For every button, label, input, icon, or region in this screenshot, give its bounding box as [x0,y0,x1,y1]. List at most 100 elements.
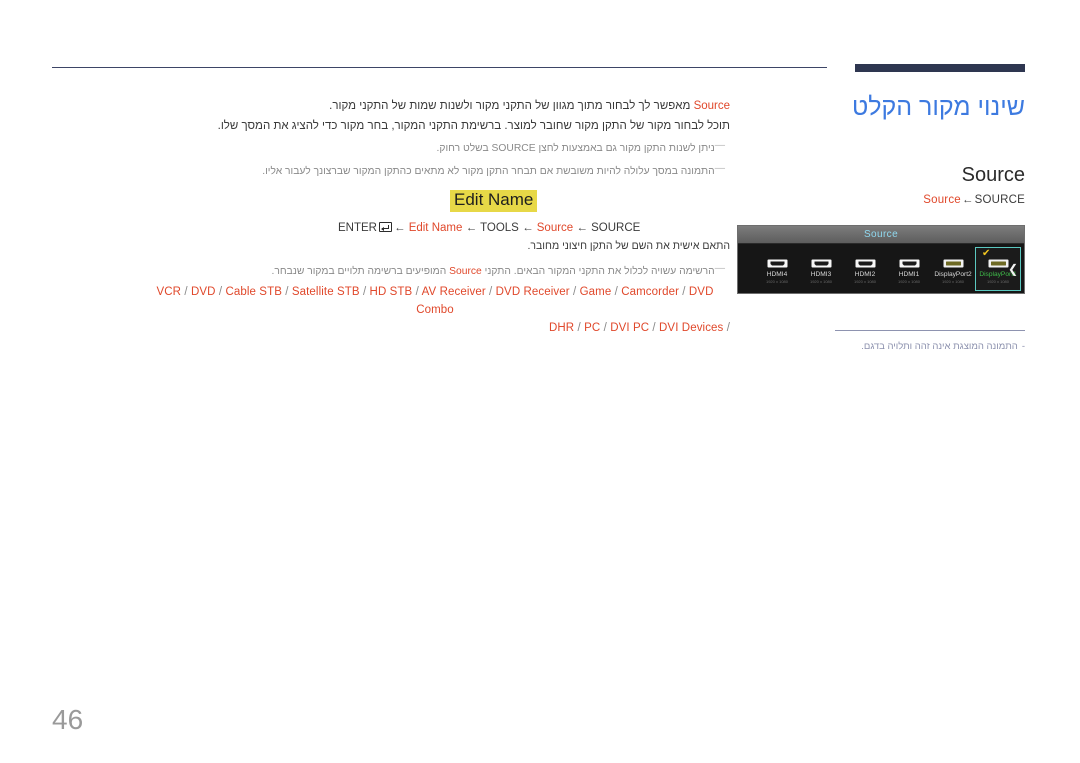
figure-note-dash: - [1021,341,1025,352]
device-separator: / [215,286,226,298]
breadcrumb-root: SOURCE [974,194,1025,206]
device-list-note-a: הרשימה עשויה לכלול את התקני המקור הבאים.… [484,266,715,277]
source-item-sub: 1920 x 1080 [986,278,1010,284]
note-text-1b: בשלט רחוק. [436,143,489,154]
page-number: 46 [52,704,84,735]
note-text-1a: ניתן לשנות התקן מקור גם באמצעות לחצן [538,143,715,154]
device-separator: / [569,286,580,298]
device-separator: / [485,286,496,298]
device-list-note: —הרשימה עשויה לכלול את התקני המקור הבאים… [140,259,730,281]
source-item-sub: 1920 x 1080 [809,278,833,284]
device-list-section: —הרשימה עשויה לכלול את התקני המקור הבאים… [140,259,730,337]
device-name: AV Receiver [421,286,486,298]
device-separator: / [649,322,660,334]
intro-keyword-source: Source [693,100,730,112]
source-panel-figure: Source ✔ DisplayPort1 1920 x 1080 Displa… [737,225,1025,294]
source-item-label: HDMI1 [898,271,920,279]
breadcrumb-arrow-icon: ← [576,221,588,234]
source-item-hdmi1[interactable]: HDMI1 1920 x 1080 [887,247,931,291]
source-item-label: HDMI3 [810,271,832,279]
device-name: DVD Receiver [495,286,570,298]
device-separator: / [679,286,689,298]
note-item-2: —התמונה במסך עלולה להיות משובשת אם תבחר … [140,159,730,182]
breadcrumb-arrow-icon: ← [393,221,406,234]
edit-name-section: Edit Name ENTER ← Edit Name ← TOOLS ← Sou… [338,190,640,234]
menu-heading: Source [961,164,1025,186]
check-icon: ✔ [982,247,991,259]
source-item-label: HDMI4 [766,271,788,279]
edit-name-description: התאם אישית את השם של התקן חיצוני מחובר. [527,240,731,252]
note-text-2: התמונה במסך עלולה להיות משובשת אם תבחר ה… [262,166,715,177]
source-item-label: HDMI2 [854,271,876,279]
chevron-right-icon[interactable]: ❯ [1008,263,1018,275]
edit-name-title: Edit Name [450,190,538,212]
edit-name-breadcrumb: ENTER ← Edit Name ← TOOLS ← Source ← SOUR… [338,221,640,234]
device-name: DVI Devices [659,322,724,334]
device-list: VCR / DVD / Cable STB / Satellite STB / … [140,283,730,337]
hdmi-icon [811,259,831,268]
source-item-sub: 1920 x 1080 [853,278,877,284]
figure-note-rule [835,330,1025,331]
device-list-row-1: VCR / DVD / Cable STB / Satellite STB / … [157,286,714,316]
source-panel-titlebar: Source [738,226,1024,244]
note-dash-icon: — [714,263,725,274]
breadcrumb-level3: TOOLS [480,221,519,234]
device-name: DHR [549,322,575,334]
page-title: שינוי מקור הקלט [851,93,1025,121]
intro-paragraph-1: Source מאפשר לך לבחור מתוך מגוון של התקנ… [140,96,730,116]
source-panel-title: Source [863,229,899,240]
header-rule-thick [855,64,1025,72]
note-dash-icon: — [714,163,725,174]
breadcrumb-level4: Edit Name [408,221,463,234]
device-name: Camcorder [621,286,679,298]
body-content: Source מאפשר לך לבחור מתוך מגוון של התקנ… [140,96,730,182]
header-rule-thin [52,67,827,68]
device-name: VCR [156,286,182,298]
device-name: PC [584,322,601,334]
device-separator: / [359,286,370,298]
note-item-1: —ניתן לשנות התקן מקור גם באמצעות לחצן SO… [140,136,730,159]
source-item-sub: 1920 x 1080 [941,278,965,284]
hdmi-icon [767,259,787,268]
device-name: DVD [190,286,216,298]
source-item-sub: 1920 x 1080 [765,278,789,284]
note-keyword-source-button: SOURCE [491,143,536,154]
breadcrumb-leaf: Source [923,194,961,206]
hdmi-icon [899,259,919,268]
device-list-keyword-source: Source [449,266,482,277]
device-list-note-b: המופיעים ברשימה תלויים במקור שנבחר. [271,266,447,277]
breadcrumb-root: SOURCE [591,221,641,234]
device-separator: / [412,286,422,298]
source-item-hdmi4[interactable]: HDMI4 1920 x 1080 [755,247,799,291]
device-separator: / [600,322,611,334]
breadcrumb-level2: Source [536,221,574,234]
figure-note-text: התמונה המוצגת אינה זהה ותלויה בדגם. [861,341,1018,352]
device-name: HD STB [369,286,413,298]
breadcrumb-action-enter: ENTER [338,221,377,234]
device-list-row-2: DHR / PC / DVI PC / DVI Devices / [140,319,730,337]
enter-key-icon [378,221,392,232]
displayport-icon [988,259,1008,268]
device-name: DVI PC [610,322,650,334]
figure-note: -התמונה המוצגת אינה זהה ותלויה בדגם. [825,340,1025,353]
breadcrumb-arrow-icon: ← [961,194,974,206]
device-separator: / [181,286,191,298]
device-separator: / [281,286,292,298]
intro-paragraph-2: תוכל לבחור מקור של התקן מקור שחובר למוצר… [217,120,730,132]
device-separator: / [723,322,730,334]
source-item-hdmi2[interactable]: HDMI2 1920 x 1080 [843,247,887,291]
displayport-icon [943,259,963,268]
source-item-hdmi3[interactable]: HDMI3 1920 x 1080 [799,247,843,291]
intro-text-1: מאפשר לך לבחור מתוך מגוון של התקני מקור … [329,100,691,112]
source-item-displayport2[interactable]: DisplayPort2 1920 x 1080 [931,247,975,291]
menu-breadcrumb: Source←SOURCE [755,194,1025,206]
note-dash-icon: — [714,140,725,151]
source-panel-list: ✔ DisplayPort1 1920 x 1080 DisplayPort2 … [738,244,1024,293]
manual-page: שינוי מקור הקלט Source Source←SOURCE Sou… [0,0,1080,763]
hdmi-icon [855,259,875,268]
device-name: Game [579,286,612,298]
source-item-label: DisplayPort2 [934,271,972,279]
device-name: Cable STB [225,286,282,298]
right-header-column: שינוי מקור הקלט Source Source←SOURCE [755,92,1025,206]
breadcrumb-arrow-icon: ← [465,221,478,234]
